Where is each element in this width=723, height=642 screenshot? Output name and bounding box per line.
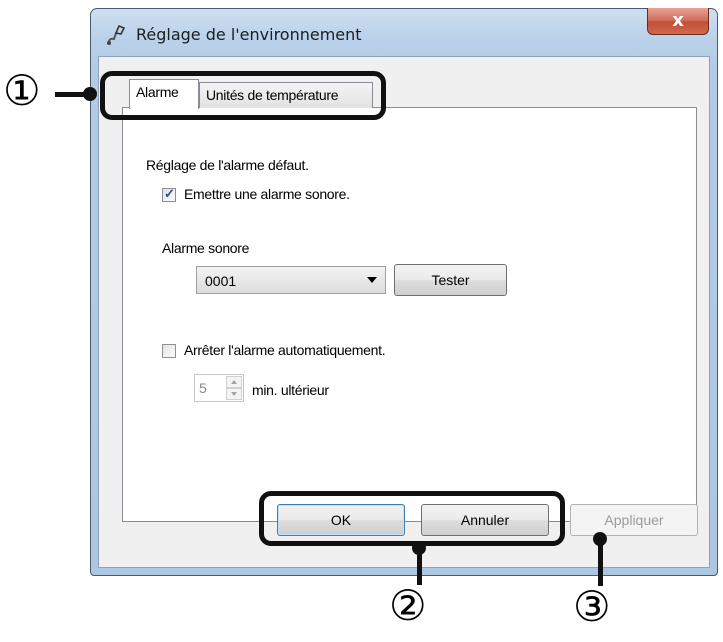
auto-stop-checkbox-label: Arrêter l'alarme automatiquement. (184, 342, 386, 358)
alarm-sound-label: Alarme sonore (162, 240, 250, 256)
alarm-sound-value: 0001 (205, 273, 237, 289)
minutes-stepper[interactable]: 5 (194, 374, 244, 402)
apply-button[interactable]: Appliquer (570, 504, 698, 536)
callout-number-2: ② (389, 581, 427, 630)
minutes-value: 5 (199, 380, 207, 396)
callout-number-3: ③ (573, 582, 611, 631)
stepper-down-icon[interactable] (226, 388, 242, 400)
minutes-suffix: min. ultérieur (252, 382, 329, 398)
tab-alarme[interactable]: Alarme (129, 79, 199, 109)
callout-number-1: ① (3, 66, 41, 115)
callout-connector-3 (598, 540, 603, 586)
app-icon (107, 24, 126, 45)
callout-box-ok-cancel (259, 491, 565, 546)
close-button[interactable]: x (647, 8, 709, 35)
stepper-up-icon[interactable] (226, 376, 242, 388)
callout-dot-1 (83, 87, 97, 101)
close-icon: x (672, 10, 684, 31)
auto-stop-checkbox[interactable] (162, 344, 176, 358)
beep-checkbox-label: Emettre une alarme sonore. (184, 186, 350, 202)
tab-panel-alarme: Réglage de l'alarme défaut. ✓ Emettre un… (122, 107, 697, 522)
alarm-sound-select[interactable]: 0001 (196, 266, 386, 294)
callout-dot-2 (412, 541, 426, 555)
dialog-title: Réglage de l'environnement (136, 25, 362, 44)
chevron-down-icon (367, 277, 377, 283)
test-button[interactable]: Tester (394, 264, 507, 296)
checkmark-icon: ✓ (164, 186, 175, 201)
beep-checkbox[interactable]: ✓ (162, 186, 176, 202)
tab-temperature-units[interactable]: Unités de température (199, 82, 373, 108)
default-alarm-heading: Réglage de l'alarme défaut. (146, 157, 309, 173)
callout-dot-3 (593, 532, 607, 546)
